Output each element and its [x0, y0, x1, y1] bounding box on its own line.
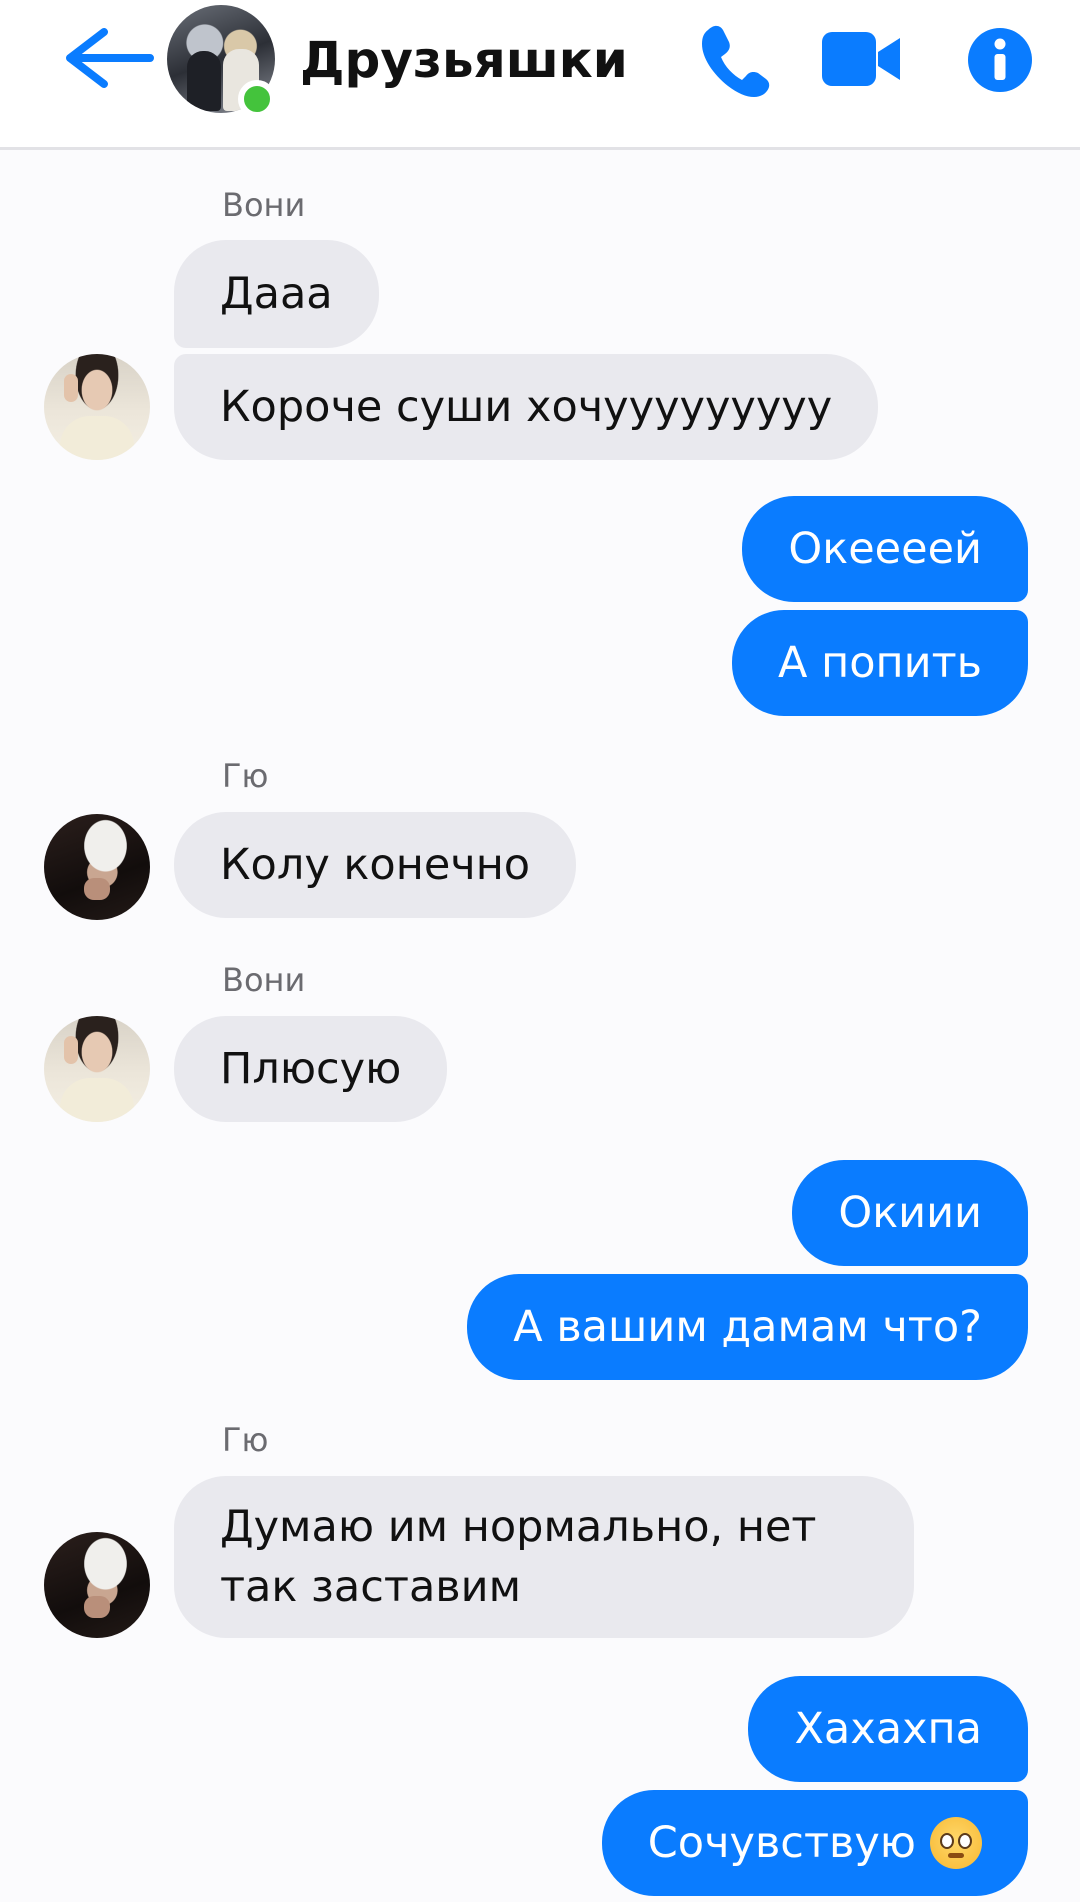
incoming-message-bubble[interactable]: Дааа [174, 240, 379, 348]
incoming-message-bubble[interactable]: Колу конечно [174, 812, 577, 918]
arrow-left-icon [66, 28, 154, 88]
outgoing-message-bubble[interactable]: А вашим дамам что? [467, 1274, 1028, 1380]
message-text: Короче суши хочууууууууу [220, 382, 833, 432]
outgoing-message-bubble[interactable]: Сочувствую [601, 1790, 1028, 1896]
message-text: Колу конечно [220, 840, 531, 890]
outgoing-message-bubble[interactable]: Хахахпа [748, 1676, 1028, 1782]
message-text: Дааа [220, 269, 333, 319]
message-text: Окиии [838, 1188, 982, 1238]
message-text: Хахахпа [794, 1704, 982, 1754]
video-call-button[interactable] [822, 26, 902, 92]
outgoing-message-bubble[interactable]: Окиии [792, 1160, 1028, 1266]
sender-name: Вони [222, 186, 306, 224]
video-camera-icon [822, 32, 900, 86]
voice-call-button[interactable] [698, 22, 770, 98]
sender-name: Гю [222, 757, 269, 795]
chat-header: Друзьяшки [0, 0, 1080, 150]
avatar-gyu[interactable] [44, 1532, 150, 1638]
avatar-woni[interactable] [44, 354, 150, 460]
message-text: Думаю им нормально, нет так заставим [220, 1502, 817, 1612]
avatar-woni[interactable] [44, 1016, 150, 1122]
back-button[interactable] [58, 22, 158, 94]
info-icon [968, 28, 1032, 92]
sender-name: Гю [222, 1421, 269, 1459]
pleading-face-emoji [930, 1817, 982, 1869]
avatar-gyu[interactable] [44, 814, 150, 920]
avatar-hand [84, 878, 110, 900]
phone-icon [702, 25, 770, 98]
message-text: Сочувствую [647, 1818, 916, 1868]
incoming-message-bubble[interactable]: Плюсую [174, 1016, 448, 1122]
emoji-mouth [948, 1853, 964, 1858]
online-status-indicator [238, 80, 276, 118]
chat-title[interactable]: Друзьяшки [300, 30, 628, 90]
incoming-message-bubble[interactable]: Короче суши хочууууууууу [174, 354, 879, 460]
avatar-figure [187, 51, 221, 111]
avatar-figure [60, 1078, 134, 1122]
info-button[interactable] [966, 26, 1034, 94]
message-text: А вашим дамам что? [513, 1302, 982, 1352]
message-text: Океееей [788, 524, 982, 574]
incoming-message-bubble[interactable]: Думаю им нормально, нет так заставим [174, 1476, 914, 1638]
emoji-eye [958, 1833, 972, 1849]
emoji-eye [940, 1833, 954, 1849]
outgoing-message-bubble[interactable]: Океееей [742, 496, 1028, 602]
avatar-hand [64, 1036, 78, 1064]
avatar-hand [84, 1596, 110, 1618]
message-text: Плюсую [220, 1044, 402, 1094]
sender-name: Вони [222, 961, 306, 999]
avatar-figure [60, 416, 134, 460]
avatar-hand [64, 374, 78, 402]
outgoing-message-bubble[interactable]: А попить [732, 610, 1028, 716]
message-text: А попить [778, 638, 982, 688]
